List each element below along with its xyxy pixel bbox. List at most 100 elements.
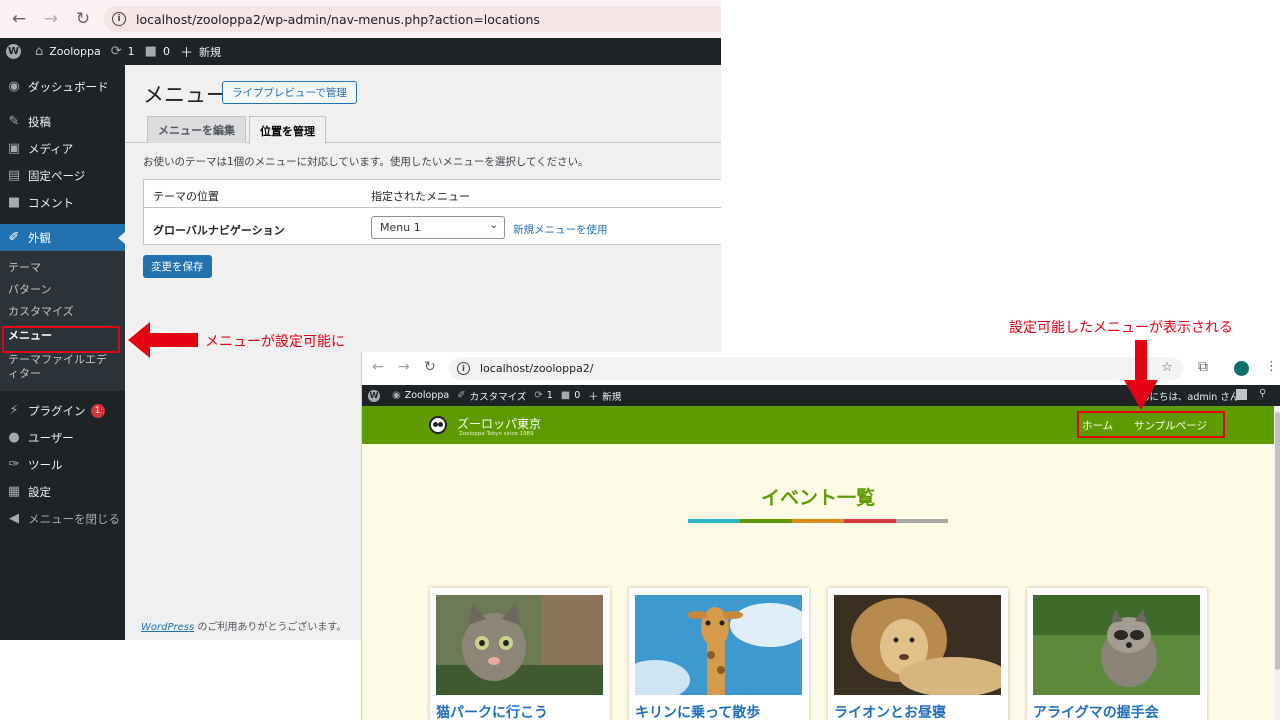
event-card[interactable]: アライグマの握手会 (1027, 588, 1207, 720)
wp-admin-bar: W ⌂ Zooloppa ⟳ 1 ■ 0 ＋新規 (0, 38, 721, 65)
event-card-title[interactable]: ライオンとお昼寝 (834, 702, 946, 720)
column-header-location: テーマの位置 (153, 190, 219, 203)
brush-icon: ✐ (457, 390, 466, 401)
site-name: Zooloppa (404, 390, 450, 401)
dashboard-icon: ◉ (8, 79, 20, 94)
updates-count: 1 (127, 45, 135, 58)
profile-avatar[interactable] (1234, 361, 1249, 376)
use-new-menu-link[interactable]: 新規メニューを使用 (513, 222, 608, 237)
tab-manage-locations[interactable]: 位置を管理 (249, 116, 326, 144)
comments-link[interactable]: ■ 0 (145, 44, 170, 59)
panda-logo-icon[interactable] (429, 416, 447, 434)
down-arrow-icon (1124, 340, 1158, 410)
sidebar-item-comments[interactable]: ■ コメント (0, 189, 125, 216)
sidebar-item-plugins[interactable]: ⚡ プラグイン 1 (0, 397, 125, 424)
forward-icon[interactable]: → (398, 359, 410, 375)
sidebar-item-label: プラグイン (28, 403, 86, 418)
scrollbar-thumb[interactable] (1275, 412, 1280, 670)
sidebar-item-label: 外観 (28, 230, 51, 245)
sidebar-item-dashboard[interactable]: ◉ ダッシュボード (0, 73, 125, 100)
submenu-patterns[interactable]: パターン (0, 279, 125, 301)
event-card-title[interactable]: アライグマの握手会 (1033, 702, 1159, 720)
event-card[interactable]: 猫パークに行こう (430, 588, 610, 720)
event-card[interactable]: ライオンとお昼寝 (828, 588, 1008, 720)
event-card-title[interactable]: キリンに乗って散歩 (635, 702, 760, 720)
page-icon: ▤ (7, 168, 21, 183)
sidebar-item-tools[interactable]: ✑ ツール (0, 451, 125, 478)
sidebar-item-media[interactable]: ▣ メディア (0, 135, 125, 162)
comments-link[interactable]: ■ 0 (561, 390, 581, 401)
chevron-down-icon: ⌄ (489, 220, 498, 231)
wordpress-logo-icon[interactable]: W (368, 389, 380, 402)
title-underline (688, 519, 948, 523)
updates-count: 1 (546, 390, 553, 401)
plus-icon: ＋ (179, 46, 193, 61)
more-menu-icon[interactable]: ⋮ (1265, 359, 1278, 374)
nav-highlight-box (1077, 411, 1225, 438)
back-icon[interactable]: ← (372, 359, 384, 375)
sidebar-item-label: 設定 (28, 484, 51, 499)
sidebar-item-users[interactable]: ● ユーザー (0, 424, 125, 451)
admin-footer: WordPress のご利用ありがとうございます。 (141, 618, 346, 633)
page-title: メニュー (143, 83, 227, 107)
updates-link[interactable]: ⟳ 1 (111, 44, 135, 59)
save-changes-button[interactable]: 変更を保存 (143, 255, 212, 278)
new-content-link[interactable]: ＋新規 (588, 388, 621, 404)
avatar[interactable] (1236, 389, 1247, 400)
sidebar-item-pages[interactable]: ▤ 固定ページ (0, 162, 125, 189)
event-card-title[interactable]: 猫パークに行こう (436, 702, 548, 720)
home-icon: ⌂ (35, 44, 44, 59)
extensions-icon[interactable]: ⧉ (1198, 359, 1208, 375)
underline-segment (844, 519, 896, 523)
event-card[interactable]: キリンに乗って散歩 (629, 588, 809, 720)
sidebar-item-posts[interactable]: ✎ 投稿 (0, 108, 125, 135)
site-info-icon[interactable]: i (112, 12, 126, 26)
site-name-link[interactable]: ⌂ Zooloppa (35, 44, 101, 59)
collapse-menu-button[interactable]: ◀ メニューを閉じる (0, 505, 125, 532)
kitten-image (436, 595, 603, 695)
customize-link[interactable]: ✐ カスタマイズ (457, 389, 526, 403)
submenu-theme-file-editor[interactable]: テーマファイルエディター (0, 349, 120, 385)
bookmark-star-icon[interactable]: ☆ (1161, 360, 1173, 375)
search-icon[interactable]: ⚲ (1259, 388, 1266, 399)
new-content-link[interactable]: ＋新規 (179, 42, 221, 62)
submenu-customize[interactable]: カスタマイズ (0, 301, 125, 323)
reload-icon[interactable]: ↻ (424, 359, 436, 375)
forward-icon[interactable]: → (38, 6, 64, 32)
back-icon[interactable]: ← (6, 6, 32, 32)
underline-segment (740, 519, 792, 523)
sidebar-item-settings[interactable]: ▦ 設定 (0, 478, 125, 505)
site-info-icon[interactable]: i (457, 362, 470, 375)
updates-link[interactable]: ⟳ 1 (534, 390, 552, 401)
page-scrollbar[interactable] (1274, 406, 1280, 720)
tab-edit-menus[interactable]: メニューを編集 (147, 116, 246, 143)
media-icon: ▣ (7, 141, 21, 156)
address-bar[interactable]: i localhost/zooloppa2/ ☆ (449, 357, 1183, 380)
site-name-link[interactable]: ◉ Zooloppa (392, 390, 449, 401)
comment-icon: ■ (560, 390, 571, 401)
menu-select[interactable]: Menu 1 ⌄ (371, 216, 505, 239)
underline-segment (792, 519, 844, 523)
giraffe-image (635, 595, 802, 695)
sidebar-item-label: ツール (28, 457, 63, 472)
site-tagline: Zooloppa Tokyo since 1989 (459, 431, 534, 437)
site-title[interactable]: ズーロッパ東京 (457, 415, 541, 432)
address-bar[interactable]: i localhost/zooloppa2/wp-admin/nav-menus… (104, 6, 721, 32)
wordpress-logo-icon[interactable]: W (6, 44, 21, 59)
wordpress-link[interactable]: WordPress (141, 622, 194, 633)
brush-icon: ✐ (8, 230, 20, 245)
sidebar-item-label: 固定ページ (28, 168, 86, 183)
lion-image (834, 595, 1001, 695)
menu-tabs: メニューを編集 位置を管理 (125, 116, 721, 144)
left-annotation: メニューが設定可能に (205, 334, 345, 350)
live-preview-button[interactable]: ライブプレビューで管理 (222, 81, 357, 104)
menu-select-value: Menu 1 (380, 221, 421, 234)
sidebar-item-appearance[interactable]: ✐ 外観 (0, 224, 125, 251)
site-name: Zooloppa (49, 45, 101, 58)
sidebar-item-label: ユーザー (28, 430, 74, 445)
column-header-menu: 指定されたメニュー (371, 190, 470, 203)
reload-icon[interactable]: ↻ (70, 6, 96, 32)
customize-label: カスタマイズ (469, 391, 527, 403)
footer-text: のご利用ありがとうございます。 (194, 622, 347, 633)
submenu-themes[interactable]: テーマ (0, 257, 125, 279)
